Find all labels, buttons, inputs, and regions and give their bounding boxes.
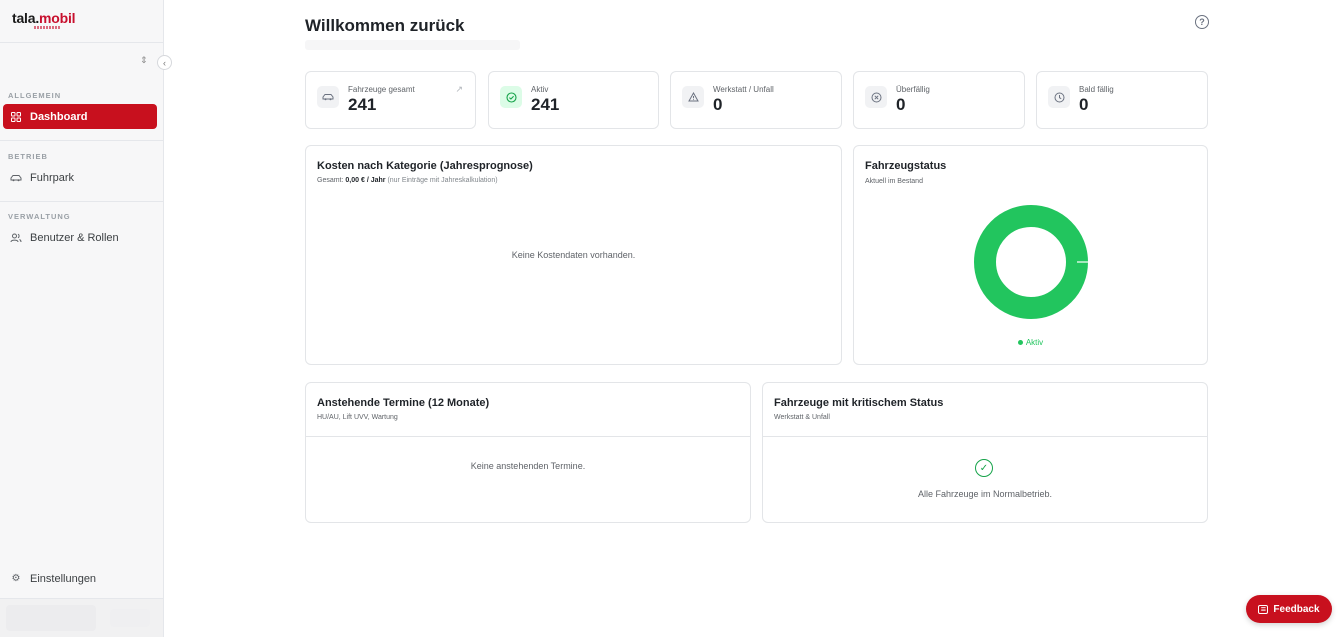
logo[interactable]: tala.mobil: [12, 10, 76, 30]
stat-value: 0: [896, 95, 906, 114]
stat-label: Bald fällig: [1079, 85, 1114, 94]
card-subtitle: Werkstatt & Unfall: [774, 414, 830, 421]
section-title-allgemein: ALLGEMEIN: [8, 91, 62, 100]
page-title: Willkommen zurück: [305, 16, 465, 35]
user-meta: [110, 609, 150, 627]
card-title: Kosten nach Kategorie (Jahresprognose): [317, 160, 533, 172]
gear-icon: ⚙: [11, 573, 21, 584]
users-icon: [9, 233, 23, 243]
help-icon[interactable]: ?: [1195, 15, 1209, 29]
chart-legend: Aktiv: [854, 338, 1207, 347]
arrow-up-right-icon[interactable]: ↗: [455, 84, 463, 95]
card-title: Anstehende Termine (12 Monate): [317, 397, 490, 409]
legend-dot: [1017, 340, 1023, 346]
logo-tagline-mark: [34, 26, 60, 29]
user-profile-area[interactable]: [0, 598, 163, 637]
grid-icon: [9, 111, 23, 122]
chevron-left-icon: ‹: [163, 57, 166, 68]
car-icon: [317, 86, 339, 108]
stat-card-aktiv[interactable]: Aktiv 241: [488, 71, 659, 129]
card-subtitle: HU/AU, Lift UVV, Wartung: [317, 414, 398, 421]
car-icon: [9, 174, 23, 182]
status-donut-chart: [974, 205, 1090, 319]
sidebar-item-benutzer-rollen[interactable]: Benutzer & Rollen: [3, 225, 157, 250]
costs-card: Kosten nach Kategorie (Jahresprognose) G…: [305, 145, 842, 365]
card-title: Fahrzeugstatus: [865, 160, 947, 172]
warning-icon: [682, 86, 704, 108]
feedback-label: Feedback: [1273, 603, 1320, 615]
check-circle-icon: [500, 86, 522, 108]
section-title-betrieb: BETRIEB: [8, 152, 48, 161]
check-circle-icon: ✓: [975, 459, 993, 477]
page-subtitle-placeholder: [305, 40, 520, 50]
card-subtitle: Gesamt: 0,00 € / Jahr (nur Einträge mit …: [317, 177, 498, 184]
donut-segment-aktiv[interactable]: [974, 205, 1088, 319]
vehicle-status-card: Fahrzeugstatus Aktuell im Bestand Aktiv: [853, 145, 1208, 365]
stat-card-bald-faellig[interactable]: Bald fällig 0: [1036, 71, 1208, 129]
feedback-button[interactable]: ≡ Feedback: [1246, 595, 1332, 623]
clock-icon: [1048, 86, 1070, 108]
sidebar-divider: [0, 201, 163, 202]
stat-label: Aktiv: [531, 85, 549, 94]
collapse-sidebar-button[interactable]: ‹: [157, 55, 172, 70]
x-circle-icon: [865, 86, 887, 108]
sidebar-item-label: Dashboard: [30, 110, 88, 123]
stat-card-werkstatt-unfall[interactable]: Werkstatt / Unfall 0: [670, 71, 842, 129]
stat-value: 241: [348, 95, 377, 114]
stat-value: 0: [1079, 95, 1089, 114]
stat-card-fahrzeuge-gesamt[interactable]: Fahrzeuge gesamt 241 ↗: [305, 71, 476, 129]
sidebar-item-einstellungen[interactable]: ⚙ Einstellungen: [3, 566, 157, 591]
stat-label: Fahrzeuge gesamt: [348, 85, 415, 94]
sidebar-item-label: Benutzer & Rollen: [30, 231, 119, 244]
sidebar-item-label: Fuhrpark: [30, 171, 75, 184]
sidebar-item-dashboard[interactable]: Dashboard: [3, 104, 157, 129]
stat-label: Überfällig: [896, 85, 930, 94]
message-icon: ≡: [1258, 604, 1269, 614]
stat-value: 0: [713, 95, 723, 114]
empty-state-text: Alle Fahrzeuge im Normalbetrieb.: [917, 489, 1053, 499]
stat-card-ueberfaellig[interactable]: Überfällig 0: [853, 71, 1025, 129]
logo-text: tala.mobil: [12, 10, 76, 26]
stat-label: Werkstatt / Unfall: [713, 85, 774, 94]
sidebar-divider: [0, 140, 163, 141]
avatar: [6, 605, 96, 631]
empty-state-text: Keine anstehenden Termine.: [470, 461, 586, 471]
section-title-verwaltung: VERWALTUNG: [8, 212, 71, 221]
card-divider: [306, 436, 750, 437]
appointments-card: Anstehende Termine (12 Monate) HU/AU, Li…: [305, 382, 751, 523]
card-title: Fahrzeuge mit kritischem Status: [774, 397, 944, 409]
critical-status-card: Fahrzeuge mit kritischem Status Werkstat…: [762, 382, 1208, 523]
legend-label: Aktiv: [1025, 338, 1044, 347]
sidebar-divider: [0, 42, 163, 43]
stat-value: 241: [531, 95, 560, 114]
card-subtitle: Aktuell im Bestand: [865, 178, 923, 185]
sidebar: tala.mobil ⇕ ALLGEMEIN Dashboard BETRIEB…: [0, 0, 164, 637]
empty-state-text: Keine Kostendaten vorhanden.: [511, 250, 636, 260]
card-divider: [763, 436, 1207, 437]
chevron-updown-icon[interactable]: ⇕: [140, 55, 148, 66]
sidebar-item-fuhrpark[interactable]: Fuhrpark: [3, 165, 157, 190]
sidebar-item-label: Einstellungen: [30, 572, 97, 585]
